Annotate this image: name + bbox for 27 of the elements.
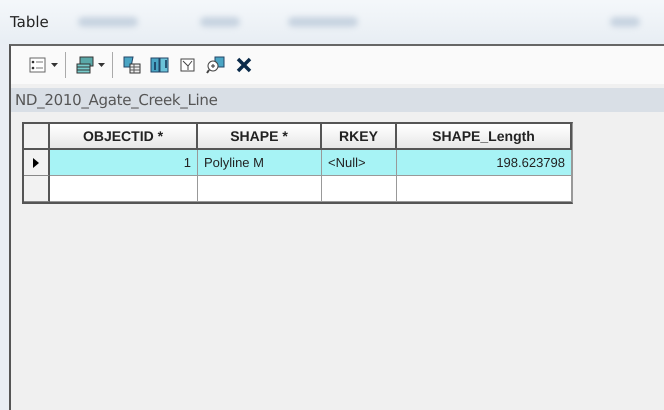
column-header[interactable]: RKEY xyxy=(322,124,397,150)
empty-cell[interactable] xyxy=(322,176,397,202)
table-cell: 198.623798 xyxy=(397,150,572,176)
row-header[interactable] xyxy=(24,150,50,176)
table-cell: <Null> xyxy=(322,150,397,176)
list-icon xyxy=(28,56,48,74)
column-header[interactable]: OBJECTID * xyxy=(50,124,198,150)
column-header[interactable]: SHAPE * xyxy=(198,124,322,150)
stacked-tables-icon xyxy=(75,56,95,74)
table-name: ND_2010_Agate_Creek_Line xyxy=(15,91,218,109)
table-cell: 1 xyxy=(50,150,198,176)
caret-icon xyxy=(98,63,105,67)
blurred-icon xyxy=(200,17,240,27)
zoom-icon xyxy=(206,56,226,74)
delete-icon xyxy=(234,56,254,74)
blurred-icon xyxy=(78,17,138,27)
table-cell: Polyline M xyxy=(198,150,322,176)
swap-layers-icon xyxy=(150,56,170,74)
empty-cell[interactable] xyxy=(198,176,322,202)
blurred-icon xyxy=(610,17,640,27)
window-title: Table xyxy=(10,13,49,31)
column-header[interactable]: SHAPE_Length xyxy=(397,124,572,150)
layer-table-icon xyxy=(122,56,142,74)
blurred-icon xyxy=(288,17,358,27)
caret-icon xyxy=(51,63,58,67)
row-header[interactable] xyxy=(24,176,50,202)
empty-cell[interactable] xyxy=(397,176,572,202)
